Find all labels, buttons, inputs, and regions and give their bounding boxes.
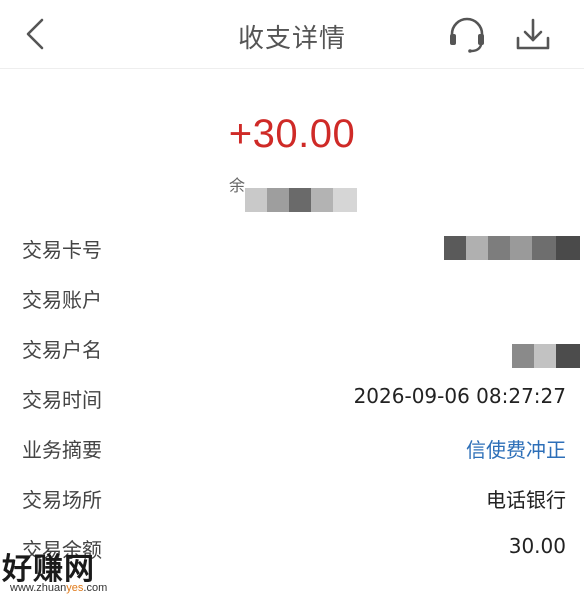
detail-row-account-name: 交易户名	[0, 328, 584, 368]
redacted-account-name	[512, 344, 580, 368]
detail-label: 交易场所	[22, 488, 102, 512]
detail-label: 业务摘要	[22, 438, 102, 462]
page-title: 收支详情	[237, 24, 346, 54]
detail-label: 交易账户	[22, 288, 102, 312]
transaction-venue: 电话银行	[486, 488, 566, 512]
detail-label: 交易户名	[22, 338, 102, 362]
detail-row-account: 交易账户	[0, 278, 584, 318]
transaction-amount: +30.00	[228, 112, 356, 156]
watermark-url-highlight: yes	[66, 582, 84, 594]
transaction-balance: 30.00	[508, 534, 566, 558]
redacted-balance	[245, 188, 357, 212]
redacted-card-number	[444, 236, 580, 260]
transaction-time: 2026-09-06 08:27:27	[353, 384, 566, 408]
balance-prefix: 余	[229, 176, 246, 195]
watermark-url: www.zhuanyes.com	[10, 582, 107, 594]
download-icon[interactable]	[514, 14, 552, 54]
top-bar: 收支详情	[0, 0, 584, 69]
detail-label: 交易时间	[22, 388, 102, 412]
site-watermark: 好赚网 www.zhuanyes.com	[0, 540, 130, 600]
detail-label: 交易卡号	[22, 238, 102, 262]
detail-row-venue: 交易场所 电话银行	[0, 478, 584, 518]
customer-service-headset-icon[interactable]	[446, 14, 488, 54]
business-summary-link[interactable]: 信使费冲正	[466, 434, 566, 463]
detail-row-time: 交易时间 2026-09-06 08:27:27	[0, 378, 584, 418]
watermark-url-prefix: www.zhuan	[10, 582, 67, 594]
detail-row-summary: 业务摘要 信使费冲正	[0, 428, 584, 468]
detail-row-card-number: 交易卡号	[0, 228, 584, 268]
watermark-url-suffix: .com	[83, 582, 108, 594]
